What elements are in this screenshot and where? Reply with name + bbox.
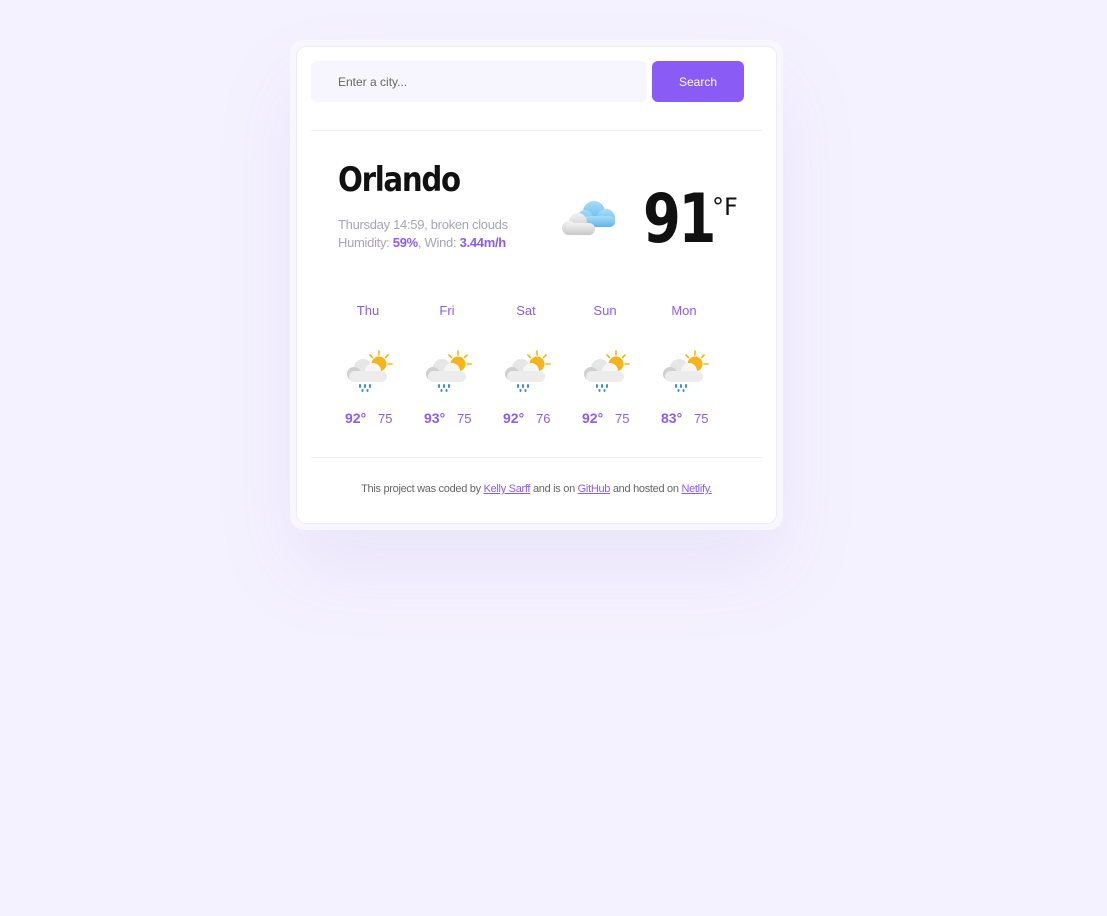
- top-divider: [311, 130, 762, 131]
- forecast-day: Thu 92° 75: [338, 303, 398, 443]
- forecast-low-temp: 75: [694, 411, 709, 426]
- footer: This project was coded by Kelly Sarff an…: [297, 483, 776, 495]
- search-button[interactable]: Search: [652, 61, 744, 102]
- rain-sun-cloud-icon: [347, 350, 393, 392]
- forecast-day-name: Sun: [593, 303, 617, 318]
- current-temperature: 91: [643, 180, 716, 259]
- date-description: Thursday 14:59, broken clouds: [338, 217, 508, 232]
- footer-text: This project was coded by: [361, 483, 484, 495]
- city-search-input[interactable]: [311, 61, 647, 102]
- footer-text: and hosted on: [610, 483, 682, 495]
- footer-text: and is on: [530, 483, 578, 495]
- city-name: Orlando: [338, 160, 461, 200]
- forecast-low-temp: 76: [536, 411, 551, 426]
- temperature-unit[interactable]: °F: [712, 193, 738, 221]
- forecast-low-temp: 75: [378, 411, 393, 426]
- forecast-high-temp: 92°: [345, 410, 367, 426]
- wind-label: , Wind:: [417, 235, 457, 250]
- forecast-day: Fri 93° 75: [417, 303, 477, 443]
- forecast-high-temp: 93°: [424, 410, 446, 426]
- forecast-low-temp: 75: [615, 411, 630, 426]
- forecast-low-temp: 75: [457, 411, 472, 426]
- forecast-high-temp: 92°: [582, 410, 604, 426]
- forecast-day: Sat 92° 76: [496, 303, 556, 443]
- date-description-text: Thursday 14:59, broken clouds: [338, 217, 508, 232]
- weather-card: Search Orlando Thursday 14:59, broken cl…: [296, 46, 777, 524]
- weather-app-frame: Search Orlando Thursday 14:59, broken cl…: [290, 40, 783, 530]
- forecast-day-name: Thu: [356, 303, 380, 318]
- wind-value: 3.44m/h: [459, 235, 507, 250]
- forecast-day-name: Mon: [671, 303, 697, 318]
- forecast-day-name: Fri: [439, 303, 455, 318]
- github-link[interactable]: GitHub: [578, 483, 611, 495]
- search-form: Search: [311, 61, 745, 102]
- rain-sun-cloud-icon: [505, 350, 551, 392]
- bottom-divider: [311, 457, 762, 458]
- cloud-icon: [562, 201, 615, 235]
- rain-sun-cloud-icon: [663, 350, 709, 392]
- author-link[interactable]: Kelly Sarff: [484, 483, 531, 495]
- rain-sun-cloud-icon: [426, 350, 472, 392]
- humidity-wind: Humidity: 59%, Wind: 3.44m/h: [338, 235, 506, 250]
- forecast-day: Mon 83° 75: [654, 303, 714, 443]
- rain-sun-cloud-icon: [584, 350, 630, 392]
- forecast-row: Thu 92° 75 Fri 93° 75 Sat 92° 76 Sun 92°…: [338, 303, 738, 443]
- forecast-day: Sun 92° 75: [575, 303, 635, 443]
- humidity-label: Humidity:: [338, 235, 390, 250]
- forecast-high-temp: 92°: [503, 410, 525, 426]
- netlify-link[interactable]: Netlify.: [681, 483, 712, 495]
- forecast-day-name: Sat: [516, 303, 536, 318]
- forecast-high-temp: 83°: [661, 410, 683, 426]
- humidity-value: 59%: [392, 235, 418, 250]
